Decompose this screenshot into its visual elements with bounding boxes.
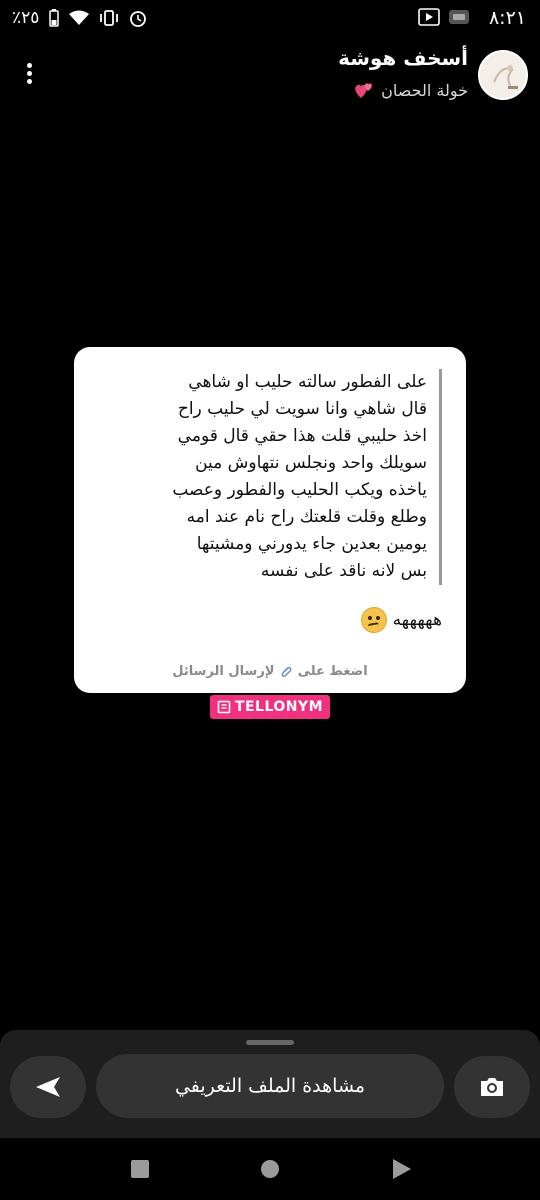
tellonym-logo-icon <box>217 700 231 714</box>
reply-text-row: هههههه <box>360 607 442 633</box>
hint-before: اضغط على <box>297 664 368 679</box>
more-options-icon[interactable] <box>18 60 40 90</box>
youtube-icon <box>418 8 440 26</box>
woozy-face-icon <box>360 607 387 633</box>
back-icon[interactable] <box>393 1159 411 1179</box>
quran-app-icon <box>449 10 469 24</box>
brand-label: TELLONYM <box>234 699 324 715</box>
view-profile-label: مشاهدة الملف التعريفي <box>174 1075 366 1097</box>
message-card: على الفطور سالته حليب او شاهي قال شاهي و… <box>74 347 466 693</box>
notification-icons <box>418 8 470 26</box>
send-arrow-icon <box>36 1077 60 1097</box>
avatar[interactable] <box>478 50 528 100</box>
clock: ٨:٢١ <box>488 7 526 29</box>
send-messages-hint: اضغط على لإرسال الرسائل <box>74 664 466 679</box>
send-button[interactable] <box>10 1056 86 1118</box>
camera-button[interactable] <box>454 1056 530 1118</box>
hint-after: لإرسال الرسائل <box>172 664 275 679</box>
sheet-handle[interactable] <box>246 1040 294 1045</box>
story-header: أسخف هوشة خولة الحصان <box>0 44 540 114</box>
wifi-icon <box>69 10 90 25</box>
reply-text: هههههه <box>392 610 442 630</box>
two-hearts-icon <box>355 83 373 98</box>
tellonym-badge[interactable]: TELLONYM <box>210 695 330 719</box>
home-icon[interactable] <box>261 1160 279 1178</box>
battery-icon <box>49 9 60 27</box>
anonymous-message: على الفطور سالته حليب او شاهي قال شاهي و… <box>103 369 442 585</box>
alarm-icon <box>130 11 147 27</box>
system-nav-bar <box>0 1138 540 1200</box>
recents-icon[interactable] <box>131 1160 149 1178</box>
status-icons: ٪٢٥ <box>12 8 147 28</box>
status-bar: ٪٢٥ ٨:٢١ <box>0 0 540 38</box>
camera-icon <box>481 1078 503 1096</box>
vibrate-icon <box>100 10 119 26</box>
bottom-action-sheet: مشاهدة الملف التعريفي <box>0 1030 540 1138</box>
subtitle-text: خولة الحصان <box>381 80 468 100</box>
story-subtitle: خولة الحصان <box>353 80 468 100</box>
battery-percent: ٪٢٥ <box>12 8 40 28</box>
username[interactable]: أسخف هوشة <box>338 46 468 70</box>
avatar-image <box>480 52 526 98</box>
paperclip-icon <box>281 666 292 677</box>
view-profile-button[interactable]: مشاهدة الملف التعريفي <box>96 1054 444 1118</box>
